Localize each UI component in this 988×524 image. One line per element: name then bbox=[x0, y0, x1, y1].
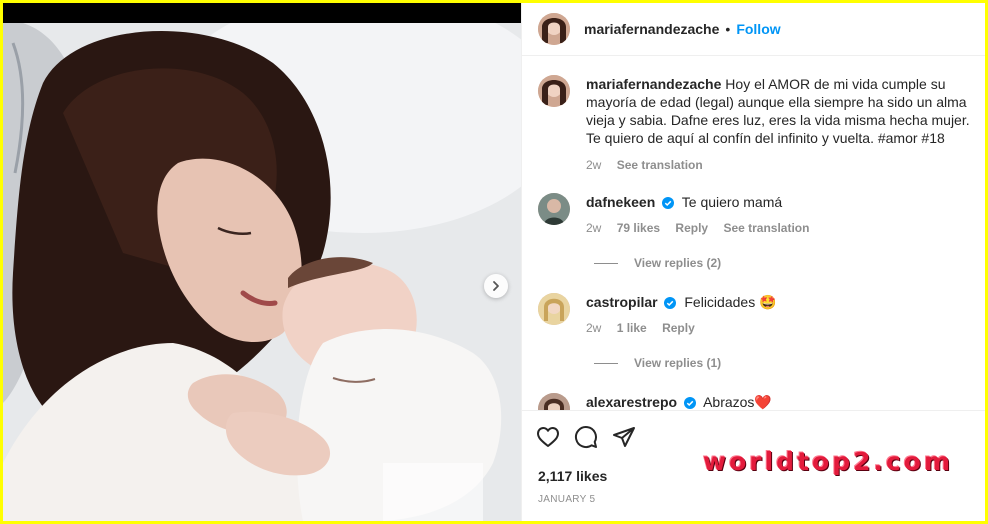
caption-see-translation[interactable]: See translation bbox=[617, 158, 703, 172]
comment-likes[interactable]: 79 likes bbox=[617, 221, 660, 235]
site-watermark: worldtop2.com bbox=[703, 447, 954, 476]
heart-icon[interactable] bbox=[536, 425, 560, 449]
caption-time[interactable]: 2w bbox=[586, 158, 601, 172]
author-username[interactable]: mariafernandezache bbox=[584, 21, 719, 37]
comment-row: dafnekeen Te quiero mamá 2w 79 likes Rep… bbox=[538, 193, 976, 237]
comment-likes[interactable]: 1 like bbox=[617, 321, 647, 335]
comment-text: Felicidades 🤩 bbox=[684, 294, 777, 310]
post-header: mariafernandezache • Follow bbox=[522, 3, 985, 56]
action-icons bbox=[536, 425, 650, 449]
instagram-post-frame: mariafernandezache • Follow mariafernand… bbox=[3, 3, 985, 521]
commenter-avatar[interactable] bbox=[538, 293, 570, 325]
author-avatar[interactable] bbox=[538, 13, 570, 45]
comment-username[interactable]: castropilar bbox=[586, 294, 658, 310]
reply-button[interactable]: Reply bbox=[675, 221, 708, 235]
post-date[interactable]: JANUARY 5 bbox=[538, 494, 595, 505]
comments-list[interactable]: mariafernandezache Hoy el AMOR de mi vid… bbox=[522, 57, 985, 410]
post-side-panel: mariafernandezache • Follow mariafernand… bbox=[521, 3, 985, 521]
caption-row: mariafernandezache Hoy el AMOR de mi vid… bbox=[538, 75, 974, 174]
commenter-avatar[interactable] bbox=[538, 193, 570, 225]
photo-top-bar bbox=[3, 3, 521, 23]
next-photo-button[interactable] bbox=[484, 274, 508, 298]
commenter-avatar[interactable] bbox=[538, 393, 570, 410]
view-replies-button[interactable]: View replies (1) bbox=[594, 356, 721, 370]
comment-time[interactable]: 2w bbox=[586, 321, 601, 335]
likes-count[interactable]: 2,117 likes bbox=[538, 468, 607, 484]
share-icon[interactable] bbox=[612, 425, 636, 449]
view-replies-button[interactable]: View replies (2) bbox=[594, 256, 721, 270]
comment-row: castropilar Felicidades 🤩 2w 1 like Repl… bbox=[538, 293, 976, 337]
chevron-right-icon bbox=[493, 281, 499, 291]
comment-text: Abrazos❤️ bbox=[703, 394, 772, 410]
verified-badge-icon bbox=[683, 397, 696, 409]
view-replies-label: View replies (1) bbox=[634, 356, 722, 370]
caption-author-avatar[interactable] bbox=[538, 75, 570, 107]
view-replies-label: View replies (2) bbox=[634, 256, 722, 270]
verified-badge-icon bbox=[662, 197, 675, 209]
comment-username[interactable]: alexarestrepo bbox=[586, 394, 677, 410]
comment-icon[interactable] bbox=[574, 425, 598, 449]
comment-time[interactable]: 2w bbox=[586, 221, 601, 235]
reply-button[interactable]: Reply bbox=[662, 321, 695, 335]
verified-badge-icon bbox=[664, 297, 677, 309]
caption-username[interactable]: mariafernandezache bbox=[586, 76, 721, 92]
header-separator: • bbox=[725, 21, 731, 37]
comment-row: alexarestrepo Abrazos❤️ bbox=[538, 393, 976, 410]
comment-username[interactable]: dafnekeen bbox=[586, 194, 655, 210]
replies-divider bbox=[594, 362, 618, 364]
follow-button[interactable]: Follow bbox=[736, 21, 780, 37]
comment-see-translation[interactable]: See translation bbox=[723, 221, 809, 235]
post-photo[interactable] bbox=[3, 3, 521, 521]
mother-and-newborn-photo bbox=[3, 23, 521, 521]
replies-divider bbox=[594, 262, 618, 264]
comment-text: Te quiero mamá bbox=[681, 194, 783, 210]
